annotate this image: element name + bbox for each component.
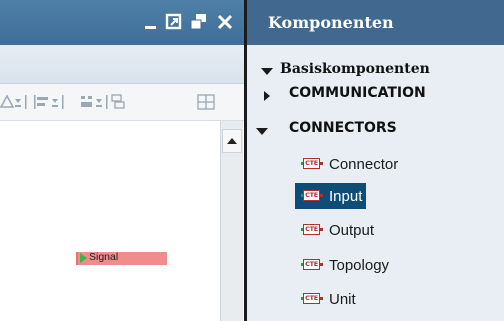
tree-item-output[interactable]: CTE Output [295,217,378,243]
tree-folder-label: COMMUNICATION [289,85,426,101]
panel-title: Komponenten [247,0,504,45]
tree-item-input[interactable]: CTE Input [295,183,367,209]
cte-block-icon: CTE [301,223,323,237]
tree-root-basiskomponenten[interactable]: Basiskomponenten [247,57,504,87]
editor-pane: Signal [0,0,244,321]
tree-item-label: Unit [329,290,356,308]
distribute-icon[interactable] [32,93,72,111]
editor-title-bar [0,0,244,45]
cte-block-icon: CTE [301,189,323,203]
expanded-arrow-icon[interactable] [256,128,268,135]
vertical-scrollbar[interactable] [220,121,243,321]
group-icon[interactable] [196,93,218,111]
expanded-arrow-icon[interactable] [261,68,273,75]
cte-block-icon: CTE [301,258,323,272]
minimize-icon[interactable] [142,13,160,31]
restore-icon[interactable] [165,13,183,31]
tree-item-topology[interactable]: CTE Topology [295,252,393,278]
components-panel: Komponenten Basiskomponenten COMMUNICATI… [247,0,504,321]
tree-item-label: Output [329,221,375,239]
signal-port-icon [80,253,87,263]
maximize-icon[interactable] [190,13,208,31]
cte-block-icon: CTE [301,292,323,306]
tree-item-unit[interactable]: CTE Unit [295,286,360,312]
tree-folder-connectors[interactable]: CONNECTORS [247,117,504,147]
tree-root-label: Basiskomponenten [280,61,430,77]
editor-tab-strip [0,45,244,84]
cte-block-icon: CTE [301,157,323,171]
tree-folder-label: CONNECTORS [289,120,397,136]
signal-label: Signal [89,251,119,263]
close-icon[interactable] [216,13,234,31]
spacing-icon[interactable] [80,93,140,111]
tree-item-connector[interactable]: CTE Connector [295,151,402,177]
scroll-up-button[interactable] [222,129,242,153]
tree-folder-communication[interactable]: COMMUNICATION [247,84,504,114]
diagram-canvas[interactable] [0,121,220,321]
tree-item-label: Input [329,187,363,205]
tree-item-label: Topology [329,256,390,274]
signal-block[interactable]: Signal [76,251,167,265]
tree-item-label: Connector [329,155,399,173]
collapsed-arrow-icon[interactable] [264,91,270,101]
triangle-up-icon [227,138,237,144]
editor-toolbar [0,84,244,121]
